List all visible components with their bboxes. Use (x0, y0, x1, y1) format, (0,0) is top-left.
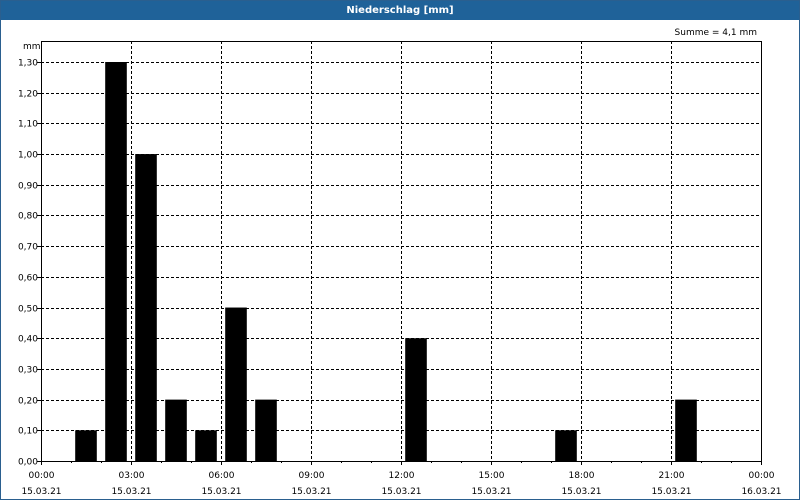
y-tick-label: 1,10 (18, 120, 38, 130)
bar (165, 399, 187, 461)
x-tick-time-label: 00:00 (749, 471, 775, 481)
chart-window: Niederschlag [mm] 0,00 0,10 0,20 0,30 0,40 0,… (0, 0, 800, 500)
bar (195, 430, 217, 461)
x-tick-date-label: 15.03.21 (291, 487, 331, 497)
y-tick-label: 0,70 (18, 243, 38, 253)
bar (225, 307, 247, 461)
x-tick-date-label: 15.03.21 (111, 487, 151, 497)
y-tick-label: 0,90 (18, 182, 38, 192)
y-tick-label: 1,30 (18, 59, 38, 69)
bar (675, 399, 697, 461)
x-tick-time-label: 15:00 (479, 471, 505, 481)
y-tick-label: 0,00 (18, 458, 38, 468)
x-tick-date-label: 15.03.21 (471, 487, 511, 497)
x-tick-date-label: 15.03.21 (21, 487, 61, 497)
x-tick-time-label: 09:00 (299, 471, 325, 481)
x-tick-date-label: 15.03.21 (561, 487, 601, 497)
y-tick-label: 1,20 (18, 90, 38, 100)
y-tick-label: 0,40 (18, 335, 38, 345)
x-tick-time-label: 03:00 (119, 471, 145, 481)
y-tick-label: 0,50 (18, 305, 38, 315)
x-tick-date-label: 15.03.21 (651, 487, 691, 497)
x-tick-date-label: 15.03.21 (381, 487, 421, 497)
x-tick-time-label: 12:00 (389, 471, 415, 481)
x-tick-time-label: 18:00 (569, 471, 595, 481)
bar (135, 154, 157, 462)
bar (255, 399, 277, 461)
sum-annotation: Summe = 4,1 mm (675, 28, 757, 38)
y-tick-label: 0,30 (18, 366, 38, 376)
x-tick-date-label: 15.03.21 (201, 487, 241, 497)
x-tick-time-label: 06:00 (209, 471, 235, 481)
y-tick-label: 0,20 (18, 397, 38, 407)
axes-layer: 0,00 0,10 0,20 0,30 0,40 0,50 0,60 0,70 0,80 0,90… (18, 41, 782, 497)
y-tick-label: 1,00 (18, 151, 38, 161)
y-tick-label: 0,10 (18, 427, 38, 437)
bar (555, 430, 577, 461)
precipitation-chart: 0,00 0,10 0,20 0,30 0,40 0,50 0,60 0,70 0,80 0,90… (18, 28, 782, 497)
y-axis-unit-label: mm (23, 42, 41, 52)
x-tick-date-label: 16.03.21 (741, 487, 781, 497)
x-tick-time-label: 21:00 (659, 471, 685, 481)
bar (75, 430, 97, 461)
x-tick-time-label: 00:00 (29, 471, 55, 481)
y-tick-label: 0,60 (18, 274, 38, 284)
bar (405, 338, 427, 461)
bar (105, 62, 127, 461)
y-tick-label: 0,80 (18, 212, 38, 222)
bars-layer (75, 62, 697, 462)
